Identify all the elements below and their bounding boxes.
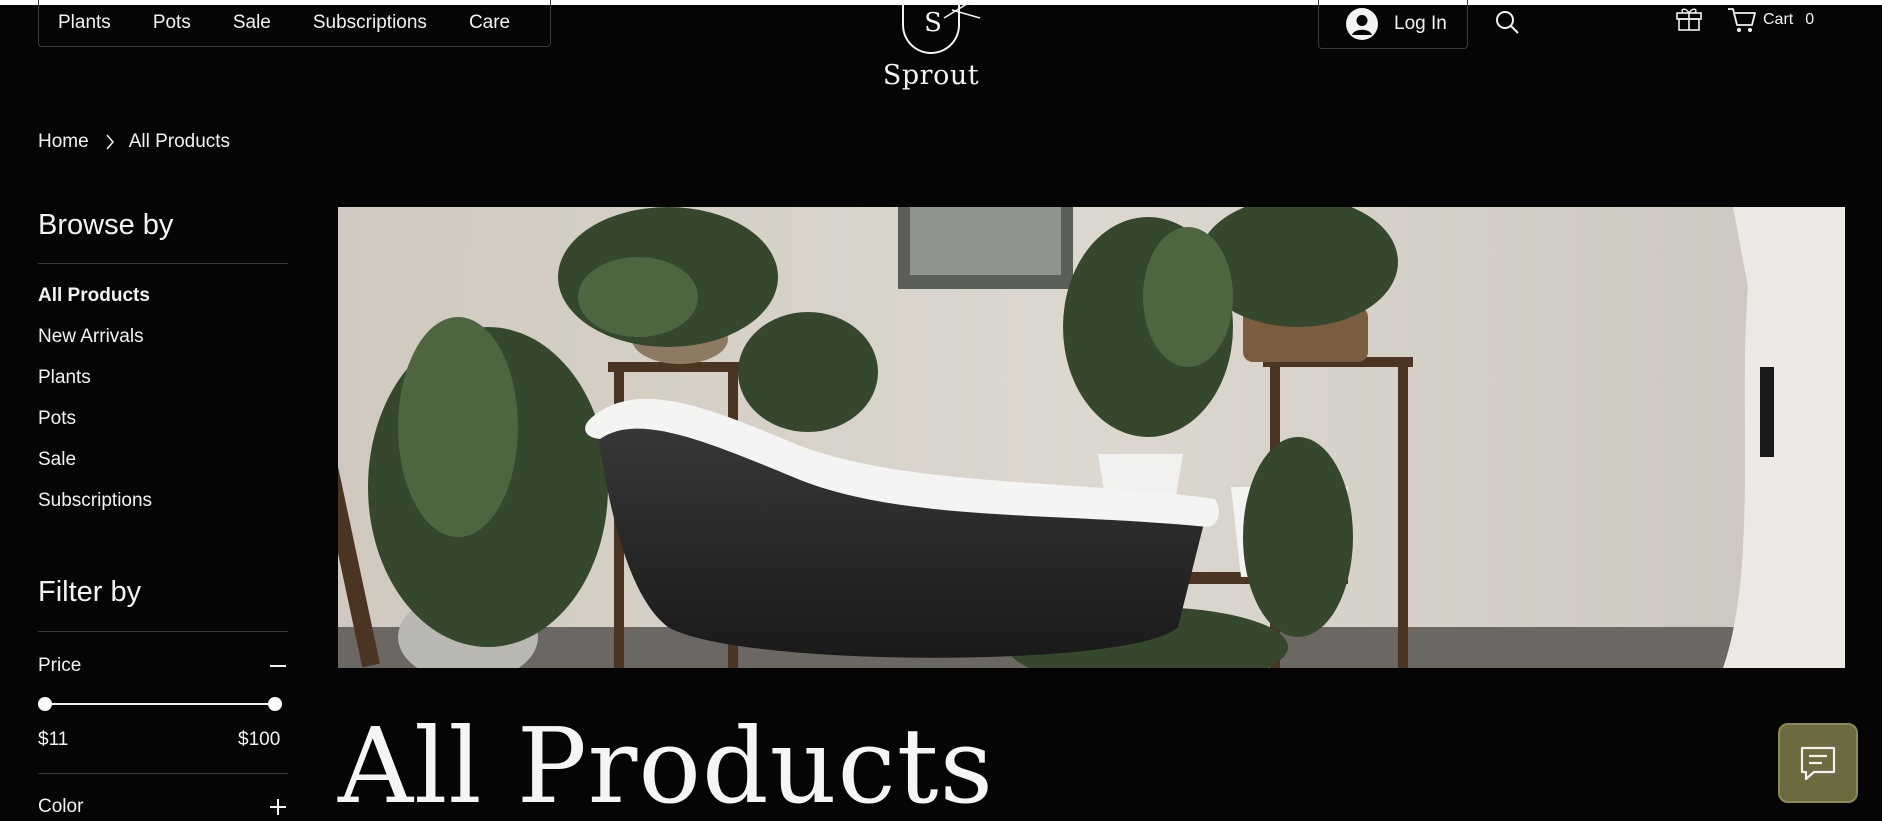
browse-title: Browse by (38, 209, 174, 241)
gift-icon (1676, 8, 1702, 31)
search-button[interactable] (1494, 9, 1520, 40)
collapse-icon[interactable] (268, 656, 288, 676)
price-min-handle[interactable] (38, 697, 52, 711)
brand-name: Sprout (882, 60, 980, 91)
category-new-arrivals[interactable]: New Arrivals (38, 326, 152, 367)
price-min-value: $11 (38, 729, 69, 750)
chevron-right-icon (105, 133, 115, 151)
gift-button[interactable] (1675, 5, 1703, 36)
price-max-handle[interactable] (268, 697, 282, 711)
category-pots[interactable]: Pots (38, 408, 152, 449)
main-nav: Plants Pots Sale Subscriptions Care (38, 0, 551, 47)
search-icon (1496, 11, 1519, 34)
category-list: All Products New Arrivals Plants Pots Sa… (38, 285, 152, 531)
breadcrumb-current: All Products (128, 131, 231, 152)
leaf-icon (943, 1, 981, 19)
breadcrumb-home[interactable]: Home (38, 131, 89, 153)
expand-icon[interactable] (268, 797, 288, 817)
cart-button[interactable]: Cart 0 (1727, 6, 1814, 34)
breadcrumb: Home All Products (38, 131, 230, 153)
category-plants[interactable]: Plants (38, 367, 152, 408)
nav-care[interactable]: Care (469, 12, 510, 34)
divider (38, 263, 288, 264)
price-range-track[interactable] (45, 703, 276, 705)
cart-count: 0 (1805, 11, 1815, 28)
login-label: Log In (1394, 13, 1447, 34)
brand-logo[interactable]: S Sprout (880, 0, 981, 100)
nav-plants[interactable]: Plants (58, 12, 111, 34)
divider (38, 631, 288, 632)
nav-pots[interactable]: Pots (153, 12, 191, 34)
chat-icon (1800, 746, 1836, 781)
cart-icon (1728, 8, 1756, 32)
chat-button[interactable] (1778, 723, 1858, 803)
color-filter-label: Color (38, 796, 84, 817)
divider (38, 773, 288, 774)
price-max-value: $100 (238, 729, 281, 750)
nav-sale[interactable]: Sale (233, 12, 271, 34)
user-avatar-icon (1346, 8, 1378, 40)
hero-image (338, 207, 1845, 668)
color-filter-header[interactable]: Color (38, 796, 288, 818)
cart-label: Cart (1763, 11, 1794, 28)
login-button[interactable]: Log In (1318, 0, 1468, 49)
page-title: All Products (338, 705, 994, 821)
category-sale[interactable]: Sale (38, 449, 152, 490)
category-subscriptions[interactable]: Subscriptions (38, 490, 152, 531)
filter-title: Filter by (38, 576, 142, 608)
price-filter-label: Price (38, 655, 82, 676)
price-filter-header[interactable]: Price (38, 655, 288, 677)
nav-subscriptions[interactable]: Subscriptions (313, 12, 427, 34)
category-all-products[interactable]: All Products (38, 285, 152, 326)
